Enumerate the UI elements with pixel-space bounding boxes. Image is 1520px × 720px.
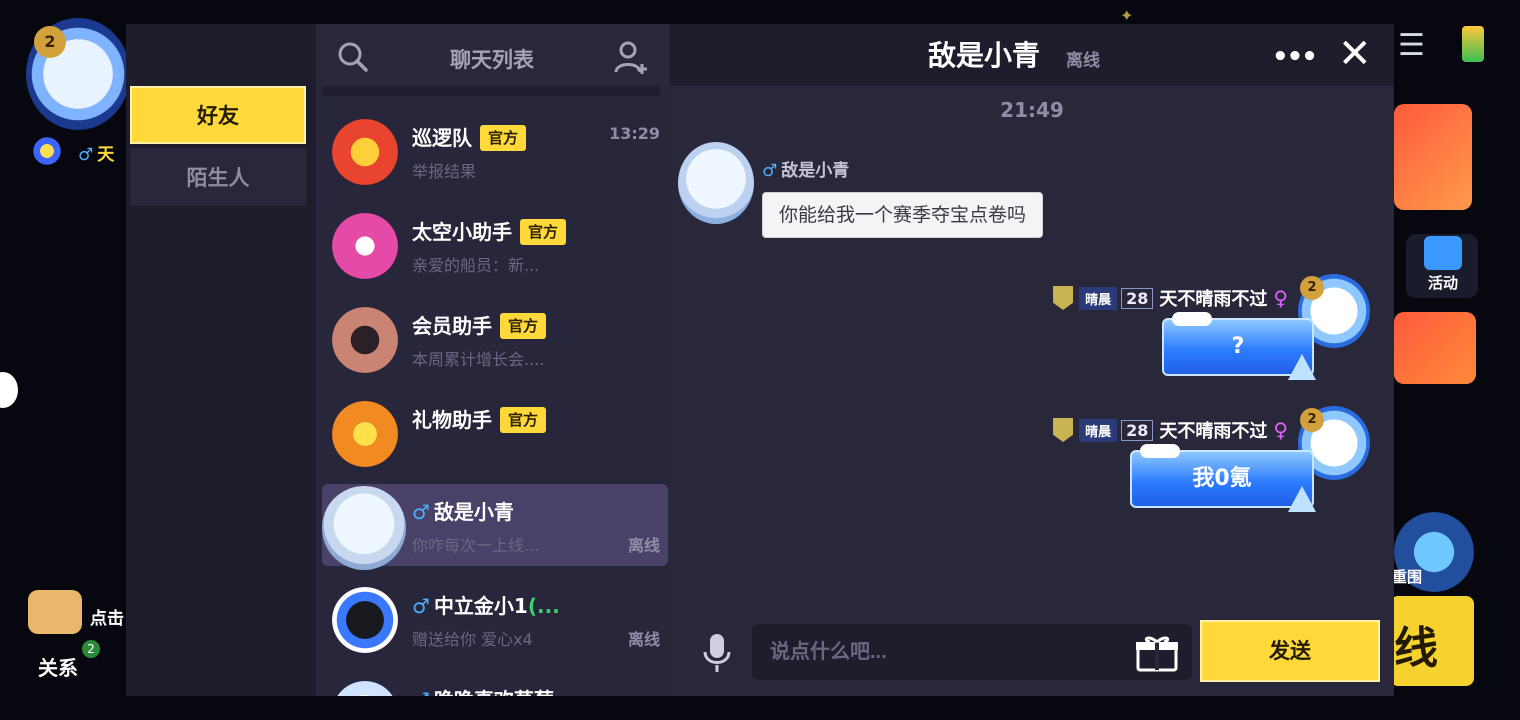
guide-pet-icon[interactable] — [28, 590, 82, 634]
row-preview: 你咋每次一上线... — [412, 536, 540, 555]
row-name: 巡逻队 官方 — [412, 122, 527, 151]
conversation: 敌是小青 离线 ••• ✕ 21:49 ♂ 敌是小青 你能给我一个赛季夺宝点卷吗 … — [670, 24, 1394, 696]
guide-text: 点击 — [90, 609, 124, 629]
chat-list-header: 聊天列表 — [316, 24, 670, 90]
sender-avatar[interactable] — [678, 142, 754, 224]
official-badge: 官方 — [480, 125, 527, 151]
player-level-badge: 2 — [34, 26, 66, 58]
my-level-badge: 2 — [1300, 408, 1324, 432]
outgoing-message-bubble: 我0氪 — [1130, 444, 1316, 512]
rank-name: 晴晨 — [1079, 286, 1118, 310]
outgoing-message: 晴晨 28 天不晴雨不过 ♀ 2 我0氪 — [1050, 406, 1380, 538]
signal-icon — [1462, 26, 1484, 62]
mode-round-label: 重围 — [1392, 568, 1423, 586]
my-level-badge: 2 — [1300, 276, 1324, 300]
official-badge: 官方 — [500, 313, 547, 339]
activity-label: 活动 — [1428, 274, 1459, 292]
tree-decoration-icon — [1288, 486, 1316, 512]
avatar — [332, 681, 398, 696]
start-button-label: 线 — [1394, 623, 1438, 674]
side-handle[interactable] — [0, 372, 18, 408]
rank-shield-icon — [1053, 286, 1074, 310]
message-input[interactable] — [752, 624, 1192, 680]
add-friend-icon[interactable] — [612, 38, 650, 76]
event-card-icon[interactable] — [1394, 312, 1476, 384]
row-name: ♂晚晚真欢草莓 — [412, 684, 554, 696]
chat-row-member-helper[interactable]: 会员助手 官方 本周累计增长会.... — [322, 298, 668, 380]
my-name: 天不晴雨不过 — [1159, 421, 1268, 442]
gift-avatar-icon — [332, 401, 398, 467]
row-name: ♂ 敌是小青 — [412, 500, 514, 524]
activity-icon — [1424, 236, 1462, 270]
avatar — [332, 213, 398, 279]
chat-row-patrol[interactable]: 巡逻队 官方 举报结果 13:29 — [322, 110, 668, 192]
more-icon[interactable]: ••• — [1272, 42, 1318, 72]
snow-decoration-icon — [1140, 444, 1180, 458]
tab-friends[interactable]: 好友 — [130, 86, 306, 144]
official-badge: 官方 — [500, 407, 547, 433]
tree-decoration-icon — [1288, 354, 1316, 380]
incoming-message-bubble: 你能给我一个赛季夺宝点卷吗 — [762, 192, 1044, 238]
conversation-header: 敌是小青 离线 ••• ✕ — [670, 24, 1394, 86]
row-name: 会员助手 官方 — [412, 310, 547, 339]
rank-number: 28 — [1121, 419, 1154, 441]
row-name: ♂ 中立金小1(... — [412, 594, 560, 618]
list-scroll-edge — [322, 86, 660, 96]
relation-count-badge: 2 — [82, 640, 100, 658]
event-card-icon[interactable] — [1394, 104, 1472, 210]
my-name: 天不晴雨不过 — [1159, 289, 1268, 310]
row-status: 离线 — [627, 536, 660, 555]
gift-icon[interactable] — [1134, 634, 1180, 672]
chat-row-contact[interactable]: ♂晚晚真欢草莓 — [322, 672, 668, 696]
chat-category-tabs: 好友 陌生人 — [126, 24, 316, 696]
sender-meta: 晴晨 28 天不晴雨不过 ♀ — [1053, 284, 1288, 312]
chat-panel: 好友 陌生人 聊天列表 巡逻队 官方 举报结果 13:29 太空小助手 官方 亲… — [126, 24, 1394, 696]
row-status: 离线 — [627, 630, 660, 649]
chat-row-gift-helper[interactable]: 礼物助手 官方 — [322, 392, 668, 474]
avatar — [322, 486, 406, 570]
composer: 发送 — [670, 614, 1394, 696]
rank-number: 28 — [1121, 287, 1154, 309]
outgoing-message: 晴晨 28 天不晴雨不过 ♀ 2 ? — [1050, 274, 1380, 406]
avatar — [332, 119, 398, 185]
snow-decoration-icon — [1172, 312, 1212, 326]
tab-strangers[interactable]: 陌生人 — [130, 148, 306, 206]
menu-list-icon[interactable]: ☰ — [1398, 28, 1425, 63]
sender-meta: 晴晨 28 天不晴雨不过 ♀ — [1053, 416, 1288, 444]
avatar — [332, 307, 398, 373]
top-decoration-icon: ✦ — [1120, 6, 1134, 25]
rank-shield-icon — [1053, 418, 1074, 442]
row-preview: 赠送给你 爱心x4 — [412, 630, 533, 649]
row-name: 太空小助手 官方 — [412, 216, 567, 245]
row-preview: 亲爱的船员：新... — [412, 256, 540, 275]
chat-row-selected[interactable]: ♂ 敌是小青 你咋每次一上线... 离线 — [322, 484, 668, 570]
row-name: 礼物助手 官方 — [412, 404, 547, 433]
avatar — [332, 587, 398, 653]
close-icon[interactable]: ✕ — [1338, 32, 1372, 76]
chat-row-space-helper[interactable]: 太空小助手 官方 亲爱的船员：新... — [322, 204, 668, 286]
microphone-icon[interactable] — [702, 632, 732, 674]
row-time: 13:29 — [609, 124, 660, 143]
chat-row-contact[interactable]: ♂ 中立金小1(... 赠送给你 爱心x4 离线 — [322, 578, 668, 660]
official-badge: 官方 — [520, 219, 567, 245]
search-icon[interactable] — [336, 40, 370, 74]
row-preview: 本周累计增长会.... — [412, 350, 545, 369]
send-button[interactable]: 发送 — [1200, 620, 1380, 682]
female-icon: ♀ — [1273, 286, 1288, 310]
chat-list-title: 聊天列表 — [450, 48, 534, 72]
relation-button[interactable]: 关系 — [38, 652, 78, 681]
gender-ring-icon — [30, 136, 64, 166]
sender-name: ♂ 敌是小青 — [762, 161, 850, 181]
outgoing-message-bubble: ? — [1162, 312, 1316, 380]
rank-name: 晴晨 — [1079, 418, 1118, 442]
female-icon: ♀ — [1273, 418, 1288, 442]
chat-list: 聊天列表 巡逻队 官方 举报结果 13:29 太空小助手 官方 亲爱的船员：新...… — [316, 24, 670, 696]
conversation-title: 敌是小青 — [928, 39, 1041, 72]
conversation-status: 离线 — [1066, 51, 1100, 71]
row-preview: 举报结果 — [412, 162, 477, 181]
time-divider: 21:49 — [1000, 98, 1064, 122]
player-name-fragment: ♂ 天 — [78, 145, 115, 165]
